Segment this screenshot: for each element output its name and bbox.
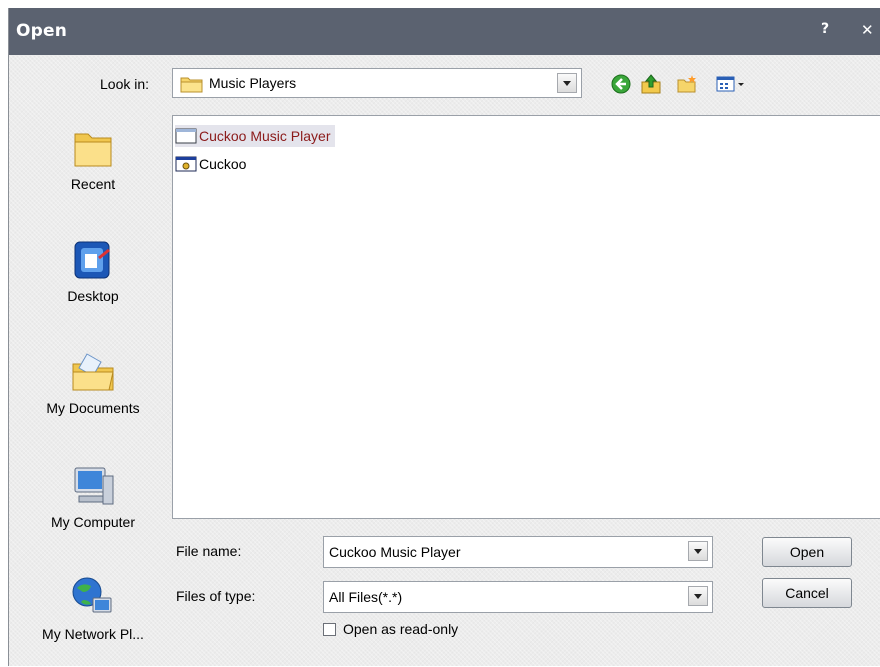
place-desktop[interactable]: Desktop (29, 236, 157, 304)
title-bar[interactable]: Open ? ✕ (9, 8, 880, 55)
place-my-computer[interactable]: My Computer (29, 462, 157, 530)
cancel-button[interactable]: Cancel (762, 578, 852, 608)
file-name: Cuckoo (199, 156, 247, 172)
place-my-network[interactable]: My Network Pl... (29, 574, 157, 642)
folder-icon (180, 75, 204, 96)
open-button[interactable]: Open (762, 537, 852, 567)
recent-folder-icon (69, 124, 117, 172)
desktop-icon (69, 236, 117, 284)
files-of-type-label: Files of type: (176, 588, 256, 604)
look-in-label: Look in: (100, 76, 150, 92)
place-my-documents[interactable]: My Documents (29, 348, 157, 416)
read-only-label: Open as read-only (343, 621, 459, 637)
file-list[interactable]: Cuckoo Music Player Cuckoo (172, 115, 880, 519)
place-label: Desktop (67, 288, 119, 304)
views-menu-icon[interactable] (715, 74, 755, 94)
help-button[interactable]: ? (821, 21, 829, 37)
file-name: Cuckoo Music Player (199, 128, 331, 144)
up-folder-icon[interactable] (641, 74, 661, 94)
files-of-type-value: All Files(*.*) (329, 589, 403, 605)
application-window-icon (175, 127, 197, 145)
place-label: My Network Pl... (42, 626, 144, 642)
application-exe-icon (175, 155, 197, 173)
look-in-dropdown[interactable]: Music Players (172, 68, 582, 98)
place-label: My Documents (46, 400, 140, 416)
file-name-label: File name: (176, 543, 242, 559)
dialog-title: Open (16, 21, 68, 41)
list-item[interactable]: Cuckoo Music Player (175, 125, 335, 147)
back-icon[interactable] (611, 74, 631, 94)
place-recent[interactable]: Recent (29, 124, 157, 192)
read-only-checkbox[interactable] (323, 622, 336, 636)
my-documents-icon (69, 348, 117, 396)
chevron-down-icon[interactable] (557, 73, 577, 93)
network-icon (69, 574, 117, 622)
close-button[interactable]: ✕ (861, 21, 874, 39)
places-bar: Recent Desktop My Documents My Computer … (29, 112, 157, 667)
open-dialog: Open ? ✕ Look in: Music Players Recent D… (8, 8, 880, 666)
look-in-value: Music Players (209, 75, 297, 91)
read-only-option[interactable]: Open as read-only (323, 621, 458, 637)
new-folder-icon[interactable] (677, 74, 697, 94)
list-item[interactable]: Cuckoo (175, 153, 250, 175)
place-label: My Computer (50, 514, 136, 530)
file-name-value: Cuckoo Music Player (329, 544, 461, 560)
chevron-down-icon[interactable] (688, 541, 708, 561)
files-of-type-dropdown[interactable]: All Files(*.*) (323, 581, 713, 613)
chevron-down-icon[interactable] (688, 586, 708, 606)
place-label: Recent (70, 176, 116, 192)
my-computer-icon (69, 462, 117, 510)
file-name-field[interactable]: Cuckoo Music Player (323, 536, 713, 568)
